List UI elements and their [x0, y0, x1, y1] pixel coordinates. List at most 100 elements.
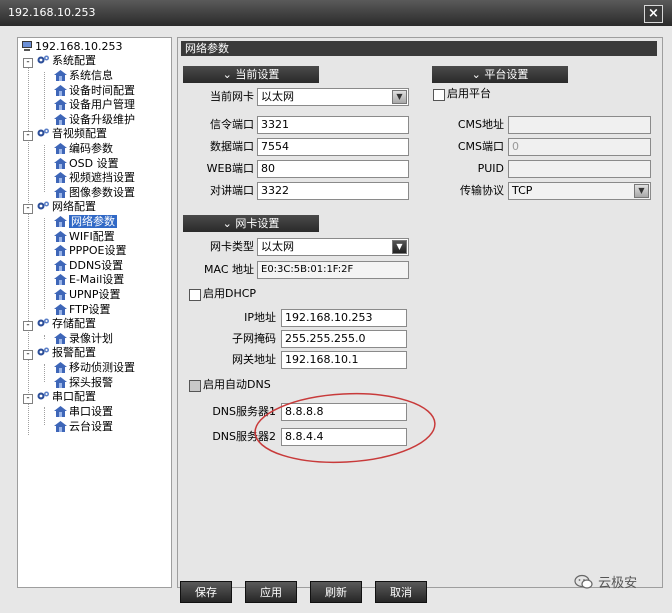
tree-item-users[interactable]: 设备用户管理: [54, 98, 135, 112]
talk-port-input[interactable]: 3322: [257, 182, 409, 200]
tree-group-network[interactable]: - 网络配置: [23, 200, 96, 214]
tree-item-label: 串口设置: [69, 405, 113, 418]
signal-port-label: 信令端口: [210, 118, 254, 131]
platform-settings-header: ⌄ 平台设置: [432, 66, 568, 83]
dhcp-label: 启用DHCP: [203, 287, 257, 300]
data-port-label: 数据端口: [210, 140, 254, 153]
house-icon: [54, 99, 67, 110]
tree-group-av[interactable]: - 音视频配置: [23, 127, 107, 141]
ip-input[interactable]: 192.168.10.253: [281, 309, 407, 327]
tree-item-email[interactable]: E-Mail设置: [54, 273, 124, 287]
tree-item-wifi[interactable]: WIFI配置: [54, 230, 115, 244]
tree-item-ptz[interactable]: 云台设置: [54, 420, 113, 434]
expander-icon[interactable]: -: [23, 394, 33, 404]
settings-gear-icon: [37, 318, 49, 327]
tree-item-label: UPNP设置: [69, 288, 121, 301]
tree-item-image[interactable]: 图像参数设置: [54, 186, 135, 200]
expander-icon[interactable]: -: [23, 58, 33, 68]
tree-item-motion[interactable]: 移动侦测设置: [54, 361, 135, 375]
gateway-input[interactable]: 192.168.10.1: [281, 351, 407, 369]
chevron-down-icon[interactable]: ▼: [392, 240, 407, 254]
watermark: 云极安: [574, 572, 637, 591]
tree-item-mask[interactable]: 视频遮挡设置: [54, 171, 135, 185]
expander-icon[interactable]: -: [23, 204, 33, 214]
house-icon: [54, 70, 67, 81]
refresh-button[interactable]: 刷新: [310, 581, 362, 603]
house-icon: [54, 143, 67, 154]
expander-icon[interactable]: -: [23, 350, 33, 360]
nic-select[interactable]: 以太网 ▼: [257, 88, 409, 106]
watermark-text: 云极安: [598, 576, 638, 591]
web-port-input[interactable]: 80: [257, 160, 409, 178]
tree-item-label: OSD 设置: [69, 157, 119, 170]
tree-item-osd[interactable]: OSD 设置: [54, 157, 119, 171]
tree-item-record[interactable]: 录像计划: [54, 332, 113, 346]
signal-port-input[interactable]: 3321: [257, 116, 409, 134]
nic-label: 当前网卡: [210, 90, 254, 103]
dhcp-checkbox[interactable]: [189, 289, 201, 301]
house-icon: [54, 304, 67, 315]
settings-gear-icon: [37, 55, 49, 64]
tree-group-system[interactable]: - 系统配置: [23, 54, 96, 68]
house-icon: [54, 85, 67, 96]
puid-input[interactable]: [508, 160, 651, 178]
auto-dns-checkbox[interactable]: [189, 380, 201, 392]
enable-platform-label: 启用平台: [447, 87, 491, 100]
wechat-icon: [574, 574, 593, 589]
tree-item-label: 设备时间配置: [69, 84, 135, 97]
nic-type-select[interactable]: 以太网 ▼: [257, 238, 409, 256]
tree-item-serial[interactable]: 串口设置: [54, 405, 113, 419]
cms-addr-input[interactable]: [508, 116, 651, 134]
section-title: 平台设置: [484, 68, 529, 81]
tree-group-alarm[interactable]: - 报警配置: [23, 346, 96, 360]
house-icon: [54, 362, 67, 373]
tree-item-upgrade[interactable]: 设备升级维护: [54, 113, 135, 127]
tree-group-label: 系统配置: [52, 54, 96, 67]
tree-item-pppoe[interactable]: PPPOE设置: [54, 244, 127, 258]
tree-item-encode[interactable]: 编码参数: [54, 142, 113, 156]
tree-item-net-params[interactable]: 网络参数: [54, 215, 117, 229]
tree-item-label: DDNS设置: [69, 259, 124, 272]
protocol-select[interactable]: TCP ▼: [508, 182, 651, 200]
gateway-label: 网关地址: [232, 353, 276, 366]
close-button[interactable]: ×: [644, 5, 663, 23]
protocol-label: 传输协议: [460, 184, 504, 197]
apply-button[interactable]: 应用: [245, 581, 297, 603]
expander-icon[interactable]: -: [23, 321, 33, 331]
annotation-ellipse: [254, 392, 436, 464]
tree-item-probe[interactable]: 探头报警: [54, 376, 113, 390]
house-icon: [54, 216, 67, 227]
expander-icon[interactable]: -: [23, 131, 33, 141]
tree-item-upnp[interactable]: UPNP设置: [54, 288, 121, 302]
tree-item-label: 录像计划: [69, 332, 113, 345]
tree-item-label: FTP设置: [69, 303, 111, 316]
tree-item-ftp[interactable]: FTP设置: [54, 303, 111, 317]
talk-port-label: 对讲端口: [210, 184, 254, 197]
tree-group-serial[interactable]: - 串口配置: [23, 390, 96, 404]
enable-platform-checkbox[interactable]: [433, 89, 445, 101]
house-icon: [54, 158, 67, 169]
tree-group-storage[interactable]: - 存储配置: [23, 317, 96, 331]
ip-label: IP地址: [244, 311, 276, 324]
data-port-input[interactable]: 7554: [257, 138, 409, 156]
puid-label: PUID: [477, 162, 504, 175]
tree-item-label: 图像参数设置: [69, 186, 135, 199]
cancel-button[interactable]: 取消: [375, 581, 427, 603]
tree-item-ddns[interactable]: DDNS设置: [54, 259, 123, 273]
section-title: 当前设置: [235, 68, 280, 81]
chevron-down-icon[interactable]: ▼: [392, 90, 407, 104]
panel-title: 网络参数: [181, 41, 657, 56]
tree-root[interactable]: 192.168.10.253: [21, 40, 122, 54]
tree-item-time[interactable]: 设备时间配置: [54, 84, 135, 98]
cms-port-input[interactable]: 0: [508, 138, 651, 156]
cms-addr-label: CMS地址: [457, 118, 504, 131]
house-icon: [54, 260, 67, 271]
tree-group-label: 存储配置: [52, 317, 96, 330]
config-tree[interactable]: 192.168.10.253 - 系统配置 系统信息 设备时间配置 设备用户管理 …: [17, 37, 172, 588]
mask-input[interactable]: 255.255.255.0: [281, 330, 407, 348]
chevron-down-icon[interactable]: ▼: [634, 184, 649, 198]
house-icon: [54, 114, 67, 125]
tree-item-label: 云台设置: [69, 420, 113, 433]
tree-item-system-info[interactable]: 系统信息: [54, 69, 113, 83]
save-button[interactable]: 保存: [180, 581, 232, 603]
